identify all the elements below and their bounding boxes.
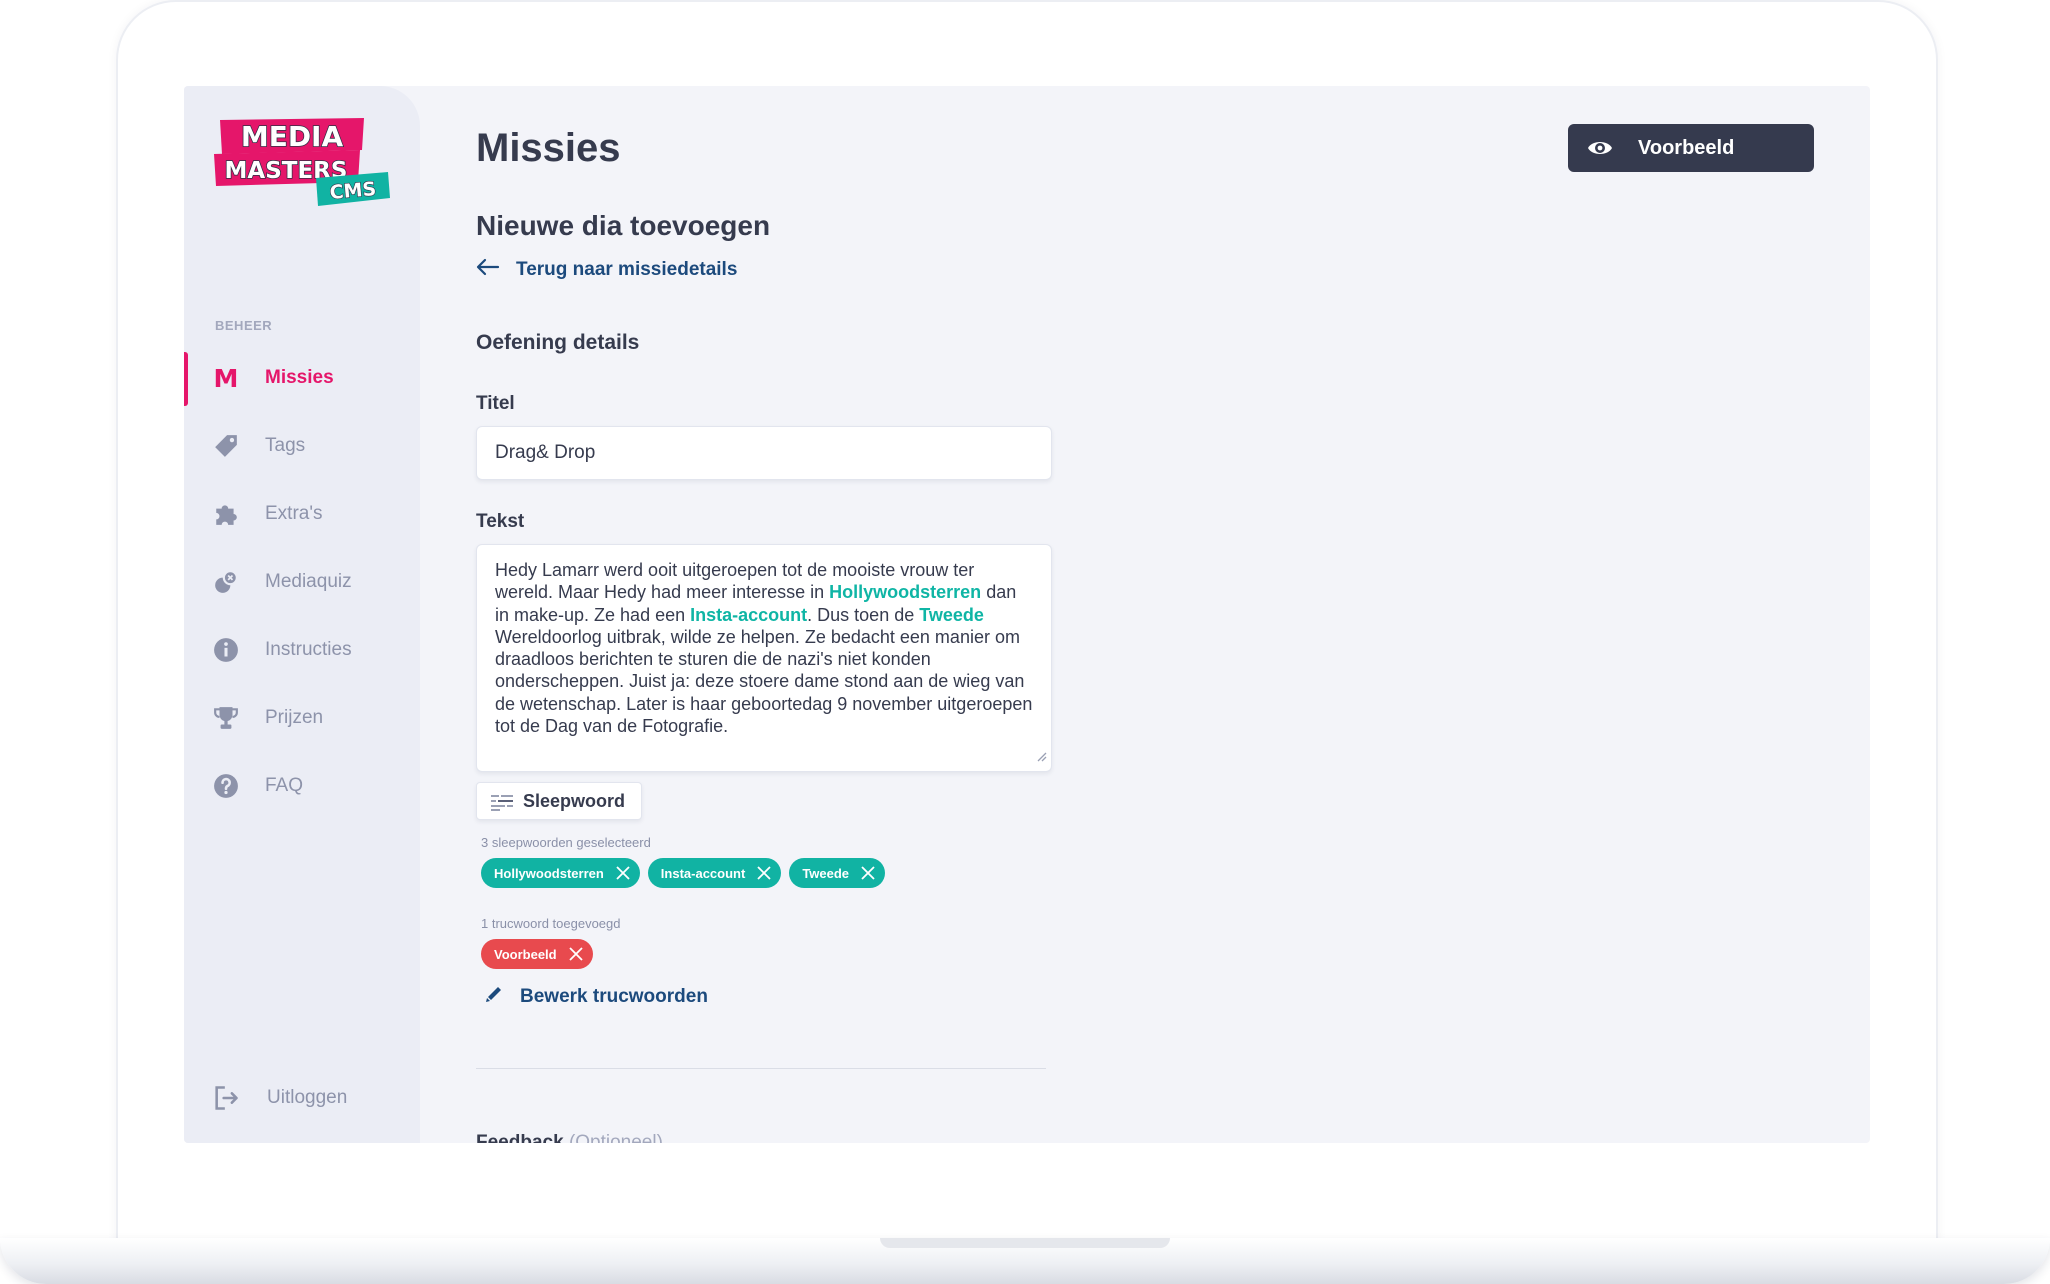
app-window: MEDIA MASTERS CMS BEHEER M Missies Tags … (184, 86, 1870, 1143)
sidebar-item-label: Extra's (265, 503, 323, 524)
laptop-notch (880, 1238, 1170, 1248)
feedback-label: Feedback (Optioneel) (476, 1132, 663, 1143)
text-segment: . Dus toen de (807, 604, 920, 625)
title-input[interactable] (476, 426, 1052, 480)
sidebar-item-prijzen[interactable]: Prijzen (184, 690, 420, 746)
sidebar-item-instructies[interactable]: Instructies (184, 622, 420, 678)
preview-button[interactable]: Voorbeeld (1568, 124, 1814, 172)
edit-trick-words-label: Bewerk trucwoorden (520, 986, 708, 1007)
sidebar-item-label: Missies (265, 367, 334, 388)
sidebar-item-tags[interactable]: Tags (184, 418, 420, 474)
pencil-icon (484, 984, 504, 1010)
sidebar-item-label: Prijzen (265, 707, 324, 728)
drag-words-count: 3 sleepwoorden geselecteerd (481, 835, 651, 850)
trick-word-chip: Voorbeeld (481, 939, 593, 969)
tag-icon (212, 432, 240, 460)
form-subtitle: Nieuwe dia toevoegen (476, 210, 771, 241)
media-masters-logo: MEDIA MASTERS CMS (214, 118, 390, 206)
laptop-base (0, 1238, 2050, 1284)
resize-grip-icon[interactable] (1035, 745, 1047, 767)
back-link[interactable]: Terug naar missiedetails (476, 256, 737, 284)
title-label: Titel (476, 393, 515, 414)
sidebar-section-label: BEHEER (215, 318, 273, 333)
m-logo-icon: M (213, 363, 239, 393)
drag-words-chips: Hollywoodsterren Insta-account Tweede (481, 858, 886, 888)
close-icon[interactable] (616, 866, 630, 880)
section-title: Oefening details (476, 331, 640, 354)
drag-word-highlight[interactable]: Insta-account (690, 605, 807, 625)
question-icon (212, 772, 240, 800)
arrow-left-icon (476, 258, 500, 282)
close-icon[interactable] (757, 866, 771, 880)
close-icon[interactable] (861, 866, 875, 880)
feedback-label-text: Feedback (476, 1132, 564, 1143)
drag-word-chip: Hollywoodsterren (481, 858, 640, 888)
drag-word-button-label: Sleepwoord (523, 791, 626, 811)
sidebar-item-extras[interactable]: Extra's (184, 486, 420, 542)
sidebar-item-faq[interactable]: FAQ (184, 758, 420, 814)
preview-button-label: Voorbeeld (1638, 137, 1735, 159)
close-icon[interactable] (568, 947, 583, 961)
drag-word-chip: Insta-account (647, 858, 782, 888)
text-label: Tekst (476, 511, 525, 532)
text-textarea[interactable]: Hedy Lamarr werd ooit uitgeroepen tot de… (476, 544, 1052, 772)
chip-label: Hollywoodsterren (494, 865, 604, 881)
sidebar-item-label: Mediaquiz (265, 571, 352, 592)
back-link-label: Terug naar missiedetails (516, 259, 738, 280)
drag-word-highlight[interactable]: Tweede (919, 605, 984, 625)
sidebar-item-label: Tags (265, 435, 306, 456)
sidebar: MEDIA MASTERS CMS BEHEER M Missies Tags … (184, 86, 420, 1143)
page-title: Missies (476, 126, 621, 170)
edit-trick-words-link[interactable]: Bewerk trucwoorden (484, 984, 708, 1010)
divider (476, 1068, 1046, 1069)
logout-button[interactable]: Uitloggen (184, 1070, 420, 1126)
drag-word-highlight[interactable]: Hollywoodsterren (829, 582, 981, 602)
puzzle-icon (212, 500, 240, 528)
sidebar-item-mediaquiz[interactable]: Mediaquiz (184, 554, 420, 610)
drag-word-button[interactable]: Sleepwoord (476, 782, 642, 820)
sidebar-item-label: FAQ (265, 775, 304, 796)
chip-label: Tweede (802, 865, 850, 881)
chip-label: Voorbeeld (494, 946, 557, 962)
svg-text:CMS: CMS (329, 178, 377, 204)
trick-words-chips: Voorbeeld (481, 939, 593, 969)
logout-icon (212, 1084, 240, 1112)
sidebar-item-label: Instructies (265, 639, 352, 660)
logout-label: Uitloggen (267, 1087, 348, 1108)
text-segment: Wereldoorlog uitbrak, wilde ze helpen. Z… (495, 626, 1033, 737)
svg-text:MEDIA: MEDIA (241, 120, 344, 153)
chip-label: Insta-account (660, 865, 746, 881)
eye-icon (1586, 136, 1614, 163)
quiz-icon (212, 568, 240, 596)
trick-words-count: 1 trucwoord toegevoegd (481, 916, 621, 931)
sidebar-item-missies[interactable]: M Missies (184, 350, 420, 406)
info-icon (212, 636, 240, 664)
feedback-optional-text: (Optioneel) (568, 1132, 663, 1143)
trophy-icon (212, 704, 240, 732)
text-lines-icon (491, 795, 515, 814)
drag-word-chip: Tweede (789, 858, 886, 888)
main-content: Missies Voorbeeld Nieuwe dia toevoegen T… (476, 86, 1870, 1143)
